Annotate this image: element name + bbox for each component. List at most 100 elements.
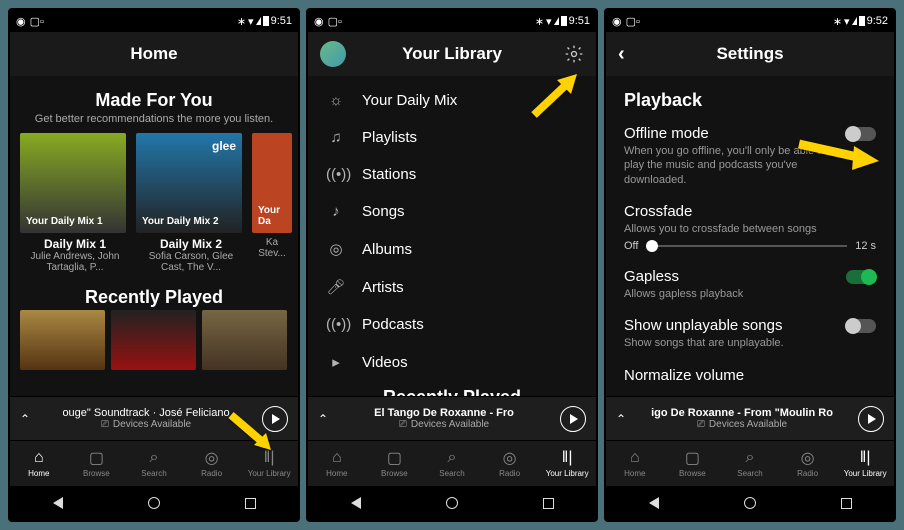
unplayable-toggle[interactable] — [846, 319, 876, 333]
devices-icon: ⎚ — [399, 419, 407, 430]
tab-home[interactable]: ⌂Home — [308, 441, 366, 486]
recents-button[interactable] — [543, 498, 554, 509]
now-playing-bar[interactable]: ⌃ El Tango De Roxanne - Fro ⎚Devices Ava… — [308, 396, 596, 440]
nav-podcasts[interactable]: ((•))Podcasts — [308, 306, 596, 343]
chevron-up-icon[interactable]: ⌃ — [20, 412, 30, 426]
home-button[interactable] — [744, 497, 756, 509]
wifi-icon: ▾ — [248, 15, 254, 28]
setting-gapless[interactable]: Gapless Allows gapless playback — [624, 268, 876, 301]
bottom-tabs: ⌂Home ▢Browse ⌕Search ◎Radio ‖|Your Libr… — [10, 440, 298, 486]
search-icon: ⌕ — [150, 449, 159, 467]
tab-radio[interactable]: ◎Radio — [481, 441, 539, 486]
library-content: ☼Your Daily Mix ♫Playlists ((•))Stations… — [308, 76, 596, 396]
signal-icon — [256, 17, 261, 25]
browse-icon: ▢ — [89, 449, 104, 467]
back-button[interactable] — [351, 497, 361, 509]
daily-mix-row[interactable]: Your Daily Mix 1 Daily Mix 1 Julie Andre… — [10, 133, 298, 273]
tab-browse[interactable]: ▢Browse — [366, 441, 424, 486]
status-bar: ◉▢▫ ∗▾ 9:52 — [606, 10, 894, 32]
song-icon: ♪ — [326, 203, 346, 220]
home-button[interactable] — [446, 497, 458, 509]
now-playing-bar[interactable]: ⌃ igo De Roxanne - From "Moulin Ro ⎚Devi… — [606, 396, 894, 440]
clock: 9:51 — [271, 15, 292, 27]
antenna-icon: ((•)) — [326, 166, 346, 183]
tab-browse[interactable]: ▢Browse — [68, 441, 126, 486]
daily-mix-card[interactable]: Your Da Ka Stev... — [252, 133, 292, 273]
podcast-icon: ((•)) — [326, 316, 346, 333]
play-button[interactable] — [858, 406, 884, 432]
made-for-you-sub: Get better recommendations the more you … — [10, 113, 298, 133]
android-nav — [308, 486, 596, 520]
devices-icon: ⎚ — [697, 419, 705, 430]
nav-stations[interactable]: ((•))Stations — [308, 156, 596, 193]
play-button[interactable] — [560, 406, 586, 432]
library-icon: ‖| — [264, 449, 275, 467]
screen-home: ◉ ▢▫ ∗ ▾ 9:51 Home Made For You Get bett… — [8, 8, 300, 522]
settings-gear-icon[interactable] — [564, 44, 584, 64]
chevron-up-icon[interactable]: ⌃ — [616, 412, 626, 426]
bluetooth-icon: ∗ — [237, 15, 246, 28]
daily-mix-card[interactable]: gleeYour Daily Mix 2 Daily Mix 2 Sofia C… — [136, 133, 246, 273]
back-button[interactable] — [649, 497, 659, 509]
nav-artists[interactable]: 🎤︎Artists — [308, 268, 596, 306]
now-playing-bar[interactable]: ⌃ ouge" Soundtrack · José Feliciano ⎚Dev… — [10, 396, 298, 440]
header-home: Home — [10, 32, 298, 76]
gapless-toggle[interactable] — [846, 270, 876, 284]
sun-icon: ☼ — [326, 92, 346, 109]
nav-videos[interactable]: ▸Videos — [308, 343, 596, 381]
spotify-icon: ◉ — [16, 15, 26, 28]
back-button[interactable] — [53, 497, 63, 509]
radio-icon: ◎ — [205, 449, 219, 467]
nav-albums[interactable]: ◎Albums — [308, 230, 596, 268]
back-chevron-icon[interactable]: ‹ — [618, 43, 625, 66]
screen-settings: ◉▢▫ ∗▾ 9:52 ‹ Settings Playback Offline … — [604, 8, 896, 522]
tab-home[interactable]: ⌂Home — [10, 441, 68, 486]
android-nav — [606, 486, 894, 520]
bottom-tabs: ⌂Home ▢Browse ⌕Search ◎Radio ‖|Your Libr… — [606, 440, 894, 486]
tab-radio[interactable]: ◎Radio — [183, 441, 241, 486]
made-for-you-title: Made For You — [10, 90, 298, 111]
header-title: Your Library — [402, 44, 502, 64]
tab-home[interactable]: ⌂Home — [606, 441, 664, 486]
library-list: ☼Your Daily Mix ♫Playlists ((•))Stations… — [308, 76, 596, 381]
clock: 9:51 — [569, 15, 590, 27]
tab-browse[interactable]: ▢Browse — [664, 441, 722, 486]
recently-played-title: Recently Played — [308, 387, 596, 396]
crossfade-slider[interactable] — [646, 245, 847, 247]
nav-daily-mix[interactable]: ☼Your Daily Mix — [308, 82, 596, 119]
setting-unplayable[interactable]: Show unplayable songs Show songs that ar… — [624, 317, 876, 350]
video-icon: ▸ — [326, 353, 346, 371]
tab-library[interactable]: ‖|Your Library — [538, 441, 596, 486]
tab-radio[interactable]: ◎Radio — [779, 441, 837, 486]
offline-toggle[interactable] — [846, 127, 876, 141]
android-nav — [10, 486, 298, 520]
daily-mix-card[interactable]: Your Daily Mix 1 Daily Mix 1 Julie Andre… — [20, 133, 130, 273]
header-title: Home — [130, 44, 177, 64]
avatar[interactable] — [320, 41, 346, 67]
screen-library: ◉▢▫ ∗▾ 9:51 Your Library ☼Your Daily Mix… — [306, 8, 598, 522]
recents-button[interactable] — [841, 498, 852, 509]
tab-search[interactable]: ⌕Search — [423, 441, 481, 486]
chevron-up-icon[interactable]: ⌃ — [318, 412, 328, 426]
clock: 9:52 — [867, 15, 888, 27]
setting-crossfade[interactable]: Crossfade Allows you to crossfade betwee… — [624, 203, 876, 252]
tab-library[interactable]: ‖|Your Library — [836, 441, 894, 486]
home-button[interactable] — [148, 497, 160, 509]
tab-search[interactable]: ⌕Search — [721, 441, 779, 486]
play-button[interactable] — [262, 406, 288, 432]
nav-playlists[interactable]: ♫Playlists — [308, 119, 596, 156]
nav-songs[interactable]: ♪Songs — [308, 193, 596, 230]
devices-icon: ⎚ — [101, 419, 109, 430]
home-icon: ⌂ — [34, 449, 44, 467]
apps-icon: ▢▫ — [30, 15, 44, 28]
note-icon: ♫ — [326, 129, 346, 146]
recents-button[interactable] — [245, 498, 256, 509]
mic-icon: 🎤︎ — [326, 278, 346, 296]
recently-played-title: Recently Played — [10, 287, 298, 308]
settings-content: Playback Offline mode When you go offlin… — [606, 76, 894, 396]
setting-normalize[interactable]: Normalize volume — [624, 367, 876, 384]
recently-played-row[interactable] — [10, 310, 298, 370]
tab-search[interactable]: ⌕Search — [125, 441, 183, 486]
tab-library[interactable]: ‖|Your Library — [240, 441, 298, 486]
setting-offline-mode[interactable]: Offline mode When you go offline, you'll… — [624, 125, 876, 187]
